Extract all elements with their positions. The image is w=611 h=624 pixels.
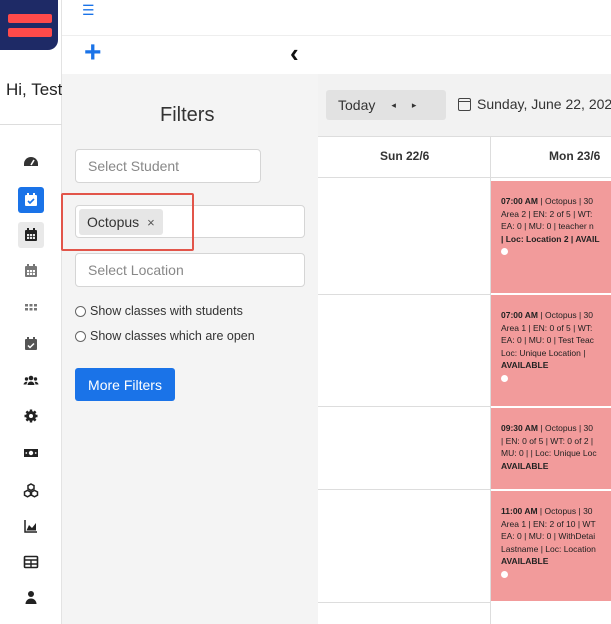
row-divider <box>318 294 490 295</box>
event-line: Area 2 | EN: 2 of 5 | WT: <box>501 208 593 219</box>
date-picker[interactable]: Sunday, June 22, 202 <box>458 96 611 112</box>
event-line: EA: 0 | MU: 0 | WithDetai <box>501 531 596 541</box>
more-filters-button[interactable]: More Filters <box>75 368 175 401</box>
calendar-header: Today ◂ ▸ Sunday, June 22, 202 <box>318 74 611 136</box>
day-header-row: Sun 22/6 Mon 23/6 <box>318 136 611 178</box>
event-text: | Octopus | 30 <box>540 423 594 433</box>
chevron-left-icon[interactable]: ‹ <box>290 38 299 68</box>
plus-icon[interactable]: + <box>84 36 102 70</box>
hamburger-icon[interactable]: ☰ <box>82 2 95 19</box>
student-select[interactable]: Select Student <box>75 149 261 183</box>
calendar-grid-icon[interactable] <box>18 258 44 284</box>
today-label: Today <box>338 97 376 113</box>
app-logo[interactable] <box>0 0 58 50</box>
radio-with-students[interactable]: Show classes with students <box>75 304 243 318</box>
calendar-icon[interactable] <box>18 222 44 248</box>
location-select[interactable]: Select Location <box>75 253 305 287</box>
event-status: AVAILABLE <box>501 360 549 370</box>
calendar-event[interactable]: 07:00 AM | Octopus | 30 Area 2 | EN: 2 o… <box>491 181 611 294</box>
event-dot-icon <box>501 374 508 382</box>
radio-circle-icon[interactable] <box>75 305 86 317</box>
prev-arrow-icon[interactable]: ◂ <box>391 100 396 111</box>
chart-area-icon[interactable] <box>18 513 44 539</box>
event-line: | Loc: Location 2 | AVAIL <box>501 233 600 244</box>
current-date: Sunday, June 22, 202 <box>477 96 611 112</box>
today-button[interactable]: Today ◂ ▸ <box>326 90 446 120</box>
event-line: EA: 0 | MU: 0 | Test Teac <box>501 335 594 345</box>
row-divider <box>318 489 490 490</box>
dashboard-icon[interactable] <box>18 150 44 176</box>
event-time: 07:00 AM <box>501 196 539 206</box>
filters-title: Filters <box>160 104 215 126</box>
event-line: MU: 0 | | Loc: Unique Loc <box>501 448 597 458</box>
event-line: EA: 0 | MU: 0 | teacher n <box>501 221 594 231</box>
user-icon[interactable] <box>18 584 44 610</box>
event-text: | Octopus | 30 <box>539 506 593 516</box>
next-arrow-icon[interactable]: ▸ <box>412 100 417 111</box>
user-greeting: Hi, Test <box>6 80 63 99</box>
event-time: 09:30 AM <box>501 423 539 433</box>
event-status: AVAILABLE <box>501 460 549 471</box>
grid-dots-icon[interactable] <box>18 294 44 320</box>
top-bar: ☰ <box>62 0 611 36</box>
event-time: 11:00 AM <box>501 506 538 516</box>
users-icon[interactable] <box>18 367 44 393</box>
event-text: | Octopus | 30 <box>540 310 594 320</box>
event-line: Area 1 | EN: 0 of 5 | WT: <box>501 322 593 333</box>
event-line: 11:00 AM | Octopus | 30 <box>501 505 611 518</box>
event-dot-icon <box>501 570 508 578</box>
cubes-icon[interactable] <box>18 477 44 503</box>
row-divider <box>318 406 490 407</box>
radio-circle-icon[interactable] <box>75 330 86 342</box>
divider <box>0 124 62 125</box>
calendar: Today ◂ ▸ Sunday, June 22, 202 Sun 22/6 … <box>318 74 611 624</box>
row-divider <box>318 602 490 603</box>
day-header: Mon 23/6 <box>549 149 601 163</box>
event-line: Loc: Unique Location | <box>501 347 586 358</box>
event-dot-icon <box>501 248 508 255</box>
event-text: | Octopus | 30 <box>540 196 594 206</box>
calendar-small-icon <box>458 97 471 111</box>
event-line: Area 1 | EN: 2 of 10 | WT <box>501 518 596 529</box>
calendar-check-icon[interactable] <box>18 187 44 213</box>
radio-open-classes[interactable]: Show classes which are open <box>75 329 255 343</box>
highlight-box <box>61 193 194 251</box>
logo-bar <box>8 14 52 23</box>
radio-open-classes-label: Show classes which are open <box>90 329 255 343</box>
app-root: Hi, Test ☰ + ‹ Filters Select Student Oc… <box>0 0 611 624</box>
event-line: 07:00 AM | Octopus | 30 <box>501 195 611 208</box>
event-line: 09:30 AM | Octopus | 30 <box>501 422 611 435</box>
event-status: AVAILABLE <box>501 556 549 566</box>
gear-icon[interactable] <box>18 403 44 429</box>
calendar-event[interactable]: 07:00 AM | Octopus | 30 Area 1 | EN: 0 o… <box>491 295 611 407</box>
event-line: Lastname | Loc: Location <box>501 543 596 554</box>
event-line: 07:00 AM | Octopus | 30 <box>501 309 611 322</box>
calendar-tasks-icon[interactable] <box>18 331 44 357</box>
radio-with-students-label: Show classes with students <box>90 304 243 318</box>
money-icon[interactable] <box>18 440 44 466</box>
calendar-event[interactable]: 11:00 AM | Octopus | 30 Area 1 | EN: 2 o… <box>491 491 611 602</box>
logo-bar <box>8 28 52 37</box>
toolbar: + ‹ <box>62 36 611 74</box>
calendar-event[interactable]: 09:30 AM | Octopus | 30 | EN: 0 of 5 | W… <box>491 408 611 490</box>
event-time: 07:00 AM <box>501 310 539 320</box>
sidebar: Hi, Test <box>0 0 62 624</box>
event-line: | EN: 0 of 5 | WT: 0 of 2 | <box>501 435 594 446</box>
day-header: Sun 22/6 <box>380 149 430 163</box>
table-icon[interactable] <box>18 549 44 575</box>
